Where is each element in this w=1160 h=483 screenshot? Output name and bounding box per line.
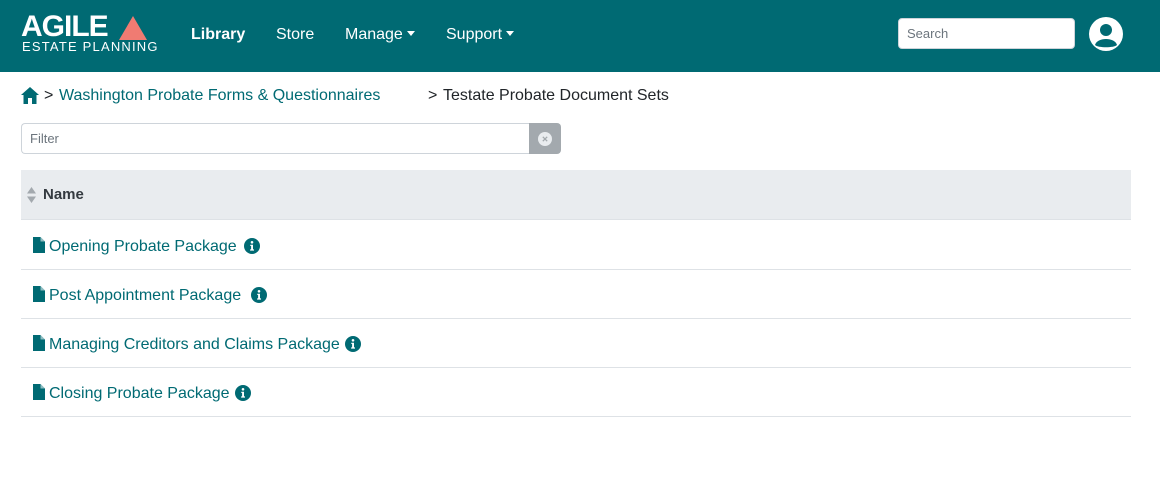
home-icon[interactable] — [21, 87, 39, 104]
close-icon — [538, 132, 552, 146]
breadcrumb-separator: > — [44, 87, 54, 104]
breadcrumb-separator: > — [428, 87, 438, 104]
info-icon[interactable] — [345, 336, 361, 352]
nav-support-label: Support — [446, 26, 503, 43]
info-icon[interactable] — [244, 238, 260, 254]
clear-filter-button[interactable] — [529, 123, 561, 154]
table-row: Managing Creditors and Claims Package — [21, 319, 1131, 368]
search-input[interactable] — [898, 18, 1075, 49]
file-icon — [33, 335, 45, 351]
caret-down-icon — [406, 31, 415, 36]
file-icon — [33, 286, 45, 302]
nav-store[interactable]: Store — [276, 24, 314, 46]
nav-manage[interactable]: Manage — [345, 24, 415, 46]
table-row: Post Appointment Package — [21, 270, 1131, 319]
nav-manage-label: Manage — [345, 26, 403, 43]
info-icon[interactable] — [235, 385, 251, 401]
document-link[interactable]: Post Appointment Package — [49, 286, 241, 305]
logo-tagline: ESTATE PLANNING — [22, 39, 159, 54]
document-link[interactable]: Closing Probate Package — [49, 384, 230, 403]
breadcrumb-current: Testate Probate Document Sets — [443, 87, 669, 104]
top-navbar: AGILE ESTATE PLANNING Library Store Mana… — [0, 0, 1160, 72]
breadcrumb-parent-link[interactable]: Washington Probate Forms & Questionnaire… — [59, 86, 380, 106]
file-icon — [33, 237, 45, 253]
sort-icon[interactable] — [27, 187, 36, 203]
caret-down-icon — [506, 31, 515, 36]
column-header-name[interactable]: Name — [43, 186, 84, 204]
document-link[interactable]: Managing Creditors and Claims Package — [49, 335, 340, 354]
logo-triangle-icon — [119, 16, 147, 40]
nav-library[interactable]: Library — [191, 24, 245, 46]
nav-support[interactable]: Support — [446, 24, 515, 46]
table-header: Name — [21, 170, 1131, 220]
document-link[interactable]: Opening Probate Package — [49, 237, 237, 256]
agile-logo[interactable]: AGILE ESTATE PLANNING — [21, 11, 159, 58]
info-icon[interactable] — [251, 287, 267, 303]
table-row: Closing Probate Package — [21, 368, 1131, 417]
filter-input[interactable] — [21, 123, 530, 154]
file-icon — [33, 384, 45, 400]
user-avatar-icon[interactable] — [1089, 17, 1123, 51]
table-row: Opening Probate Package — [21, 221, 1131, 270]
